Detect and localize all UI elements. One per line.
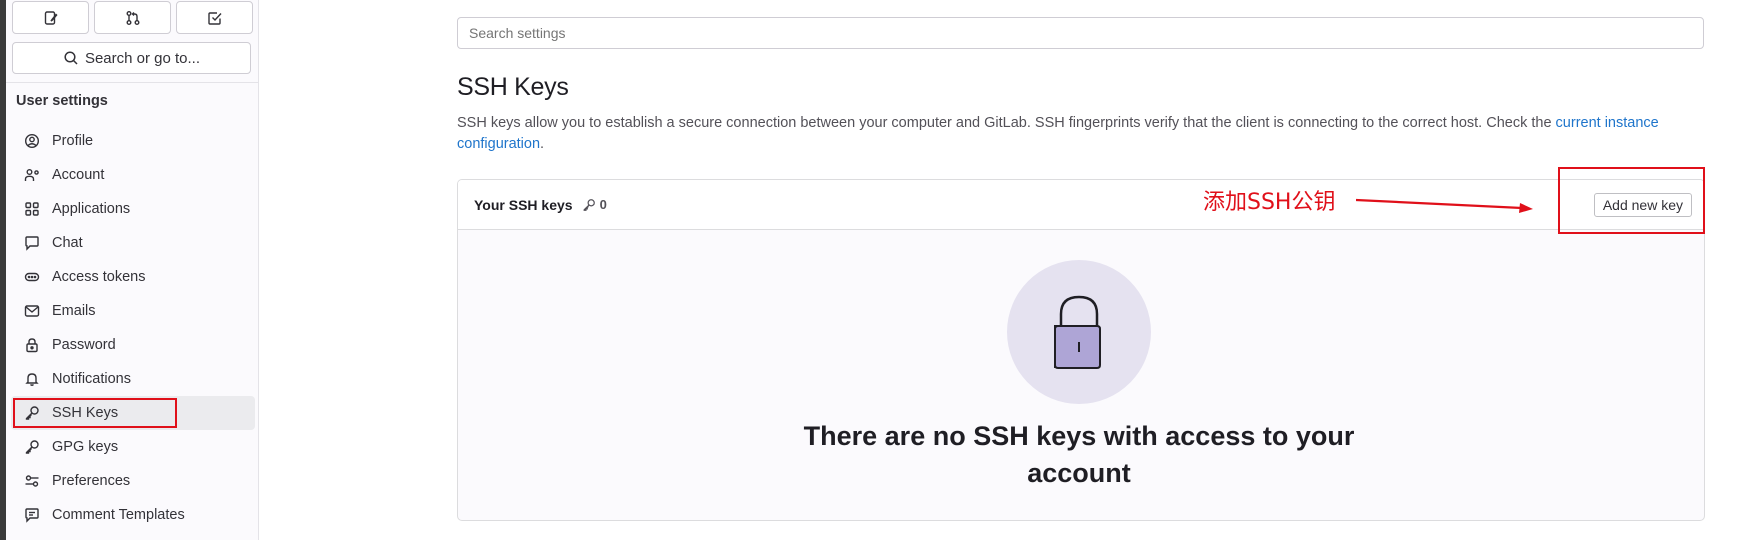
annotation-arrow-icon	[1356, 198, 1533, 213]
search-settings-input[interactable]	[457, 17, 1704, 49]
applications-icon	[24, 201, 40, 217]
key-icon	[24, 439, 40, 455]
sidebar-top-buttons	[12, 1, 253, 34]
sidebar-item-account[interactable]: Account	[11, 158, 255, 192]
description-suffix: .	[540, 136, 545, 152]
lock-illustration-icon	[1054, 295, 1101, 369]
sidebar-item-label: Notifications	[52, 371, 131, 387]
sidebar-item-label: Password	[52, 337, 116, 353]
sidebar-item-label: SSH Keys	[52, 405, 119, 421]
mail-icon	[24, 303, 40, 319]
key-count: 0	[582, 197, 607, 212]
search-or-go-label: Search or go to...	[84, 49, 201, 67]
sidebar-item-ssh-keys[interactable]: SSH Keys	[11, 396, 255, 430]
account-icon	[24, 167, 40, 183]
bell-icon	[24, 371, 40, 387]
sidebar-item-access-tokens[interactable]: Access tokens	[11, 260, 255, 294]
todos-button[interactable]	[176, 1, 253, 34]
ssh-keys-card: Your SSH keys 0 Add new key There are no…	[457, 179, 1705, 521]
token-icon	[24, 269, 40, 285]
user-settings-nav: Profile Account Applications Chat Access…	[11, 124, 255, 532]
issues-button[interactable]	[12, 1, 89, 34]
lock-icon	[24, 337, 40, 353]
annotation-text: 添加SSH公钥	[1203, 190, 1336, 215]
search-or-go-button[interactable]: Search or go to...	[12, 42, 251, 74]
sidebar-item-preferences[interactable]: Preferences	[11, 464, 255, 498]
annotation-highlight-box	[1558, 167, 1705, 234]
empty-state-message: There are no SSH keys with access to you…	[803, 421, 1355, 488]
key-count-value: 0	[599, 197, 607, 212]
card-title: Your SSH keys	[474, 196, 573, 213]
todo-icon	[207, 11, 222, 25]
sidebar-item-profile[interactable]: Profile	[11, 124, 255, 158]
sidebar-item-label: Account	[52, 167, 105, 183]
sidebar-item-chat[interactable]: Chat	[11, 226, 255, 260]
profile-icon	[24, 133, 40, 149]
key-icon	[24, 405, 40, 421]
sidebar-item-password[interactable]: Password	[11, 328, 255, 362]
sidebar-item-applications[interactable]: Applications	[11, 192, 255, 226]
sidebar-divider	[6, 82, 259, 83]
description-text: SSH keys allow you to establish a secure…	[457, 115, 1556, 131]
sidebar-item-comment-templates[interactable]: Comment Templates	[11, 498, 255, 532]
comment-icon	[24, 507, 40, 523]
key-icon	[583, 198, 595, 211]
sidebar-item-label: Comment Templates	[52, 507, 185, 523]
sidebar-item-label: Preferences	[52, 473, 131, 489]
merge-requests-button[interactable]	[94, 1, 171, 34]
issues-icon	[44, 10, 58, 25]
page-description: SSH keys allow you to establish a secure…	[457, 113, 1717, 155]
sidebar-item-label: Profile	[52, 133, 94, 149]
sidebar-item-label: Emails	[52, 303, 96, 319]
sidebar-item-gpg-keys[interactable]: GPG keys	[11, 430, 255, 464]
sidebar-item-label: GPG keys	[52, 439, 119, 455]
sidebar-item-label: Applications	[52, 201, 131, 217]
search-icon	[64, 51, 78, 65]
chat-icon	[24, 235, 40, 251]
sidebar-item-notifications[interactable]: Notifications	[11, 362, 255, 396]
sidebar-heading: User settings	[16, 93, 108, 109]
merge-request-icon	[126, 10, 139, 25]
sidebar-item-label: Access tokens	[52, 269, 146, 285]
sidebar-item-emails[interactable]: Emails	[11, 294, 255, 328]
empty-state-illustration	[1007, 260, 1151, 404]
sidebar-item-label: Chat	[52, 235, 83, 251]
sidebar: Search or go to... User settings Profile…	[6, 0, 259, 540]
main-content: SSH Keys SSH keys allow you to establish…	[259, 0, 1756, 540]
page-title: SSH Keys	[457, 73, 569, 101]
preferences-icon	[24, 473, 40, 489]
